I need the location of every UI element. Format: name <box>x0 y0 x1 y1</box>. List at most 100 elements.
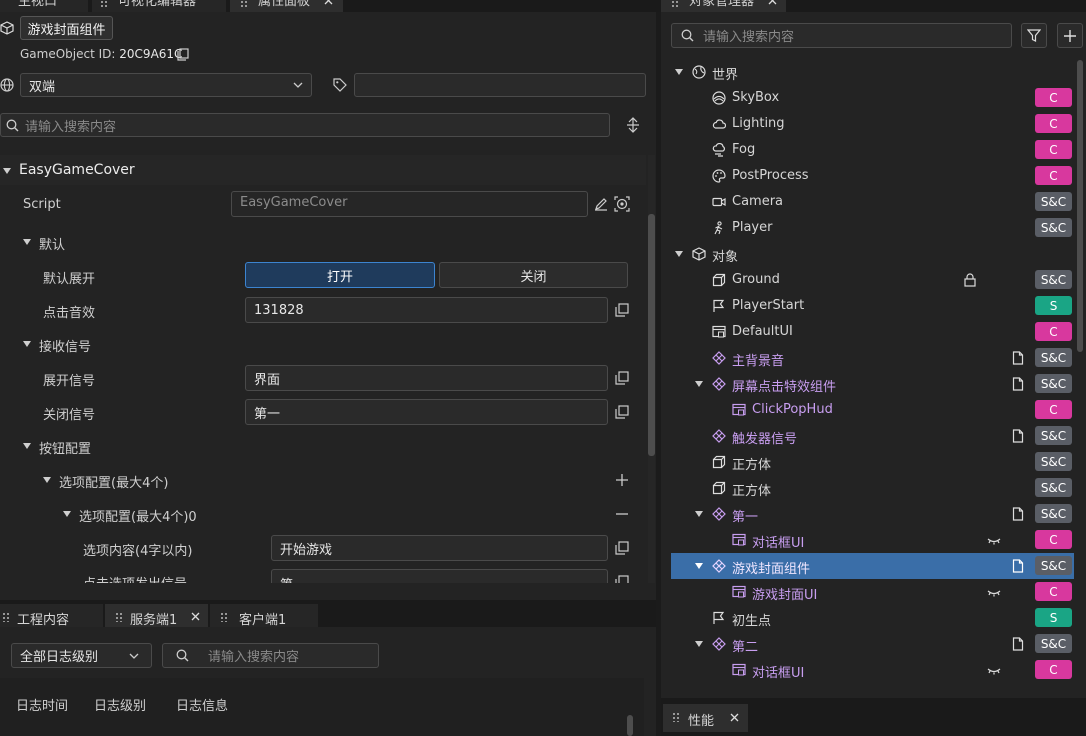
script-file-icon[interactable] <box>1011 559 1025 573</box>
option-content-field[interactable]: 开始游戏 <box>271 535 608 561</box>
network-badge: S&C <box>1035 270 1072 289</box>
copy-icon[interactable] <box>615 371 629 385</box>
expand-signal-field[interactable]: 界面 <box>245 365 608 391</box>
script-file-icon[interactable] <box>1011 377 1025 391</box>
tree-row-second[interactable]: 第二 S&C <box>671 631 1074 657</box>
property-search-input[interactable]: 请输入搜索内容 <box>0 113 610 137</box>
add-icon[interactable] <box>615 473 629 487</box>
tree-row-game-cover-ui[interactable]: 游戏封面UI C <box>671 579 1074 605</box>
search-icon <box>681 29 694 42</box>
tree-row-dialog-ui-1[interactable]: 对话框UI C <box>671 527 1074 553</box>
tab-main-viewport[interactable]: 主视口 <box>0 0 88 12</box>
tree-row-game-cover-component[interactable]: 游戏封面组件 S&C <box>671 553 1074 579</box>
tree-row-postprocess[interactable]: PostProcess C <box>671 163 1074 189</box>
remove-icon[interactable] <box>615 507 629 521</box>
tab-project-content[interactable]: 工程内容 <box>0 604 103 628</box>
tree-row-dialog-ui-2[interactable]: 对话框UI C <box>671 657 1074 683</box>
copy-icon[interactable] <box>177 48 189 61</box>
component-name-field[interactable]: 游戏封面组件 <box>20 16 113 40</box>
tree-row-playerstart[interactable]: PlayerStart S <box>671 293 1074 319</box>
script-file-icon[interactable] <box>1011 351 1025 365</box>
script-file-icon[interactable] <box>1011 429 1025 443</box>
group-toggle-icon[interactable] <box>23 341 31 347</box>
copy-icon[interactable] <box>615 303 629 317</box>
expand-triangle-icon[interactable] <box>695 563 703 569</box>
tree-row-spawn-point[interactable]: 初生点 S <box>671 605 1074 631</box>
scrollbar-thumb[interactable] <box>1077 60 1083 352</box>
close-button[interactable]: 关闭 <box>439 262 628 288</box>
group-toggle-icon[interactable] <box>43 477 51 483</box>
tree-row-bgm[interactable]: 主背景音 S&C <box>671 345 1074 371</box>
expand-triangle-icon[interactable] <box>3 168 11 174</box>
group-toggle-icon[interactable] <box>23 443 31 449</box>
expand-triangle-icon[interactable] <box>695 511 703 517</box>
box-icon <box>712 481 726 495</box>
lock-icon[interactable] <box>963 273 977 287</box>
filter-button[interactable] <box>1021 23 1047 48</box>
expand-triangle-icon[interactable] <box>695 641 703 647</box>
tree-row-clickpophud[interactable]: ClickPopHud C <box>671 397 1074 423</box>
scrollbar-thumb[interactable] <box>648 214 655 456</box>
option-content-label: 选项内容(4字以内) <box>83 544 193 559</box>
edit-icon[interactable] <box>594 197 608 211</box>
tab-performance[interactable]: 性能 <box>663 704 748 732</box>
click-sound-field[interactable]: 131828 <box>245 297 608 323</box>
tree-row-first[interactable]: 第一 S&C <box>671 501 1074 527</box>
tree-row-lighting[interactable]: Lighting C <box>671 111 1074 137</box>
network-badge: S&C <box>1035 426 1072 445</box>
tab-object-manager[interactable]: 对象管理器 <box>661 0 786 12</box>
tree-row-skybox[interactable]: SkyBox C <box>671 85 1074 111</box>
expand-triangle-icon[interactable] <box>695 381 703 387</box>
tag-input[interactable] <box>354 73 646 97</box>
tree-row-world[interactable]: 世界 <box>671 59 1074 85</box>
tree-row-objects[interactable]: 对象 <box>671 241 1074 267</box>
tree-row-trigger-signal[interactable]: 触发器信号 S&C <box>671 423 1074 449</box>
group-toggle-icon[interactable] <box>63 511 71 517</box>
expand-collapse-icon[interactable] <box>626 117 640 133</box>
hidden-eye-icon[interactable] <box>987 533 1001 547</box>
tree-row-ground[interactable]: Ground S&C <box>671 267 1074 293</box>
flag-icon <box>713 299 725 312</box>
tree-row-fog[interactable]: Fog C <box>671 137 1074 163</box>
locate-icon[interactable] <box>614 196 630 212</box>
close-signal-field[interactable]: 第一 <box>245 399 608 425</box>
tree-row-camera[interactable]: Camera S&C <box>671 189 1074 215</box>
expand-triangle-icon[interactable] <box>675 251 683 257</box>
close-icon[interactable] <box>191 612 200 621</box>
network-badge: C <box>1035 530 1072 549</box>
script-file-icon[interactable] <box>1011 637 1025 651</box>
tab-visual-editor[interactable]: 可视化编辑器 <box>92 0 226 12</box>
close-icon[interactable] <box>768 0 777 6</box>
open-button[interactable]: 打开 <box>245 262 435 288</box>
object-search-input[interactable]: 请输入搜索内容 <box>671 23 1012 48</box>
tree-row-cube-1[interactable]: 正方体 S&C <box>671 449 1074 475</box>
log-search-input[interactable]: 请输入搜索内容 <box>162 643 379 668</box>
scrollbar-thumb[interactable] <box>627 715 633 736</box>
tree-row-defaultui[interactable]: DefaultUI C <box>671 319 1074 345</box>
tree-row-cube-2[interactable]: 正方体 S&C <box>671 475 1074 501</box>
script-field: EasyGameCover <box>231 191 588 217</box>
tree-row-click-effect[interactable]: 屏幕点击特效组件 S&C <box>671 371 1074 397</box>
hidden-eye-icon[interactable] <box>987 663 1001 677</box>
hidden-eye-icon[interactable] <box>987 585 1001 599</box>
close-icon[interactable] <box>324 0 333 6</box>
network-select[interactable]: 双端 <box>20 73 312 97</box>
copy-icon[interactable] <box>615 541 629 555</box>
tab-server-1[interactable]: 服务端1 <box>105 604 208 628</box>
group-toggle-icon[interactable] <box>23 239 31 245</box>
add-object-button[interactable] <box>1057 23 1083 48</box>
click-sound-label: 点击音效 <box>43 306 96 321</box>
script-file-icon[interactable] <box>1011 507 1025 521</box>
tree-row-player[interactable]: Player S&C <box>671 215 1074 241</box>
close-icon[interactable] <box>730 713 739 722</box>
log-level-select[interactable]: 全部日志级别 <box>11 643 152 668</box>
expand-triangle-icon[interactable] <box>675 69 683 75</box>
copy-icon[interactable] <box>615 405 629 419</box>
drag-grip-icon <box>241 1 247 7</box>
palette-icon <box>712 169 726 183</box>
option-signal-field[interactable]: 第一 <box>271 569 608 583</box>
network-badge: S&C <box>1035 218 1072 237</box>
tab-properties[interactable]: 属性面板 <box>230 0 343 12</box>
copy-icon[interactable] <box>615 575 629 583</box>
tab-client-1[interactable]: 客户端1 <box>210 604 318 628</box>
